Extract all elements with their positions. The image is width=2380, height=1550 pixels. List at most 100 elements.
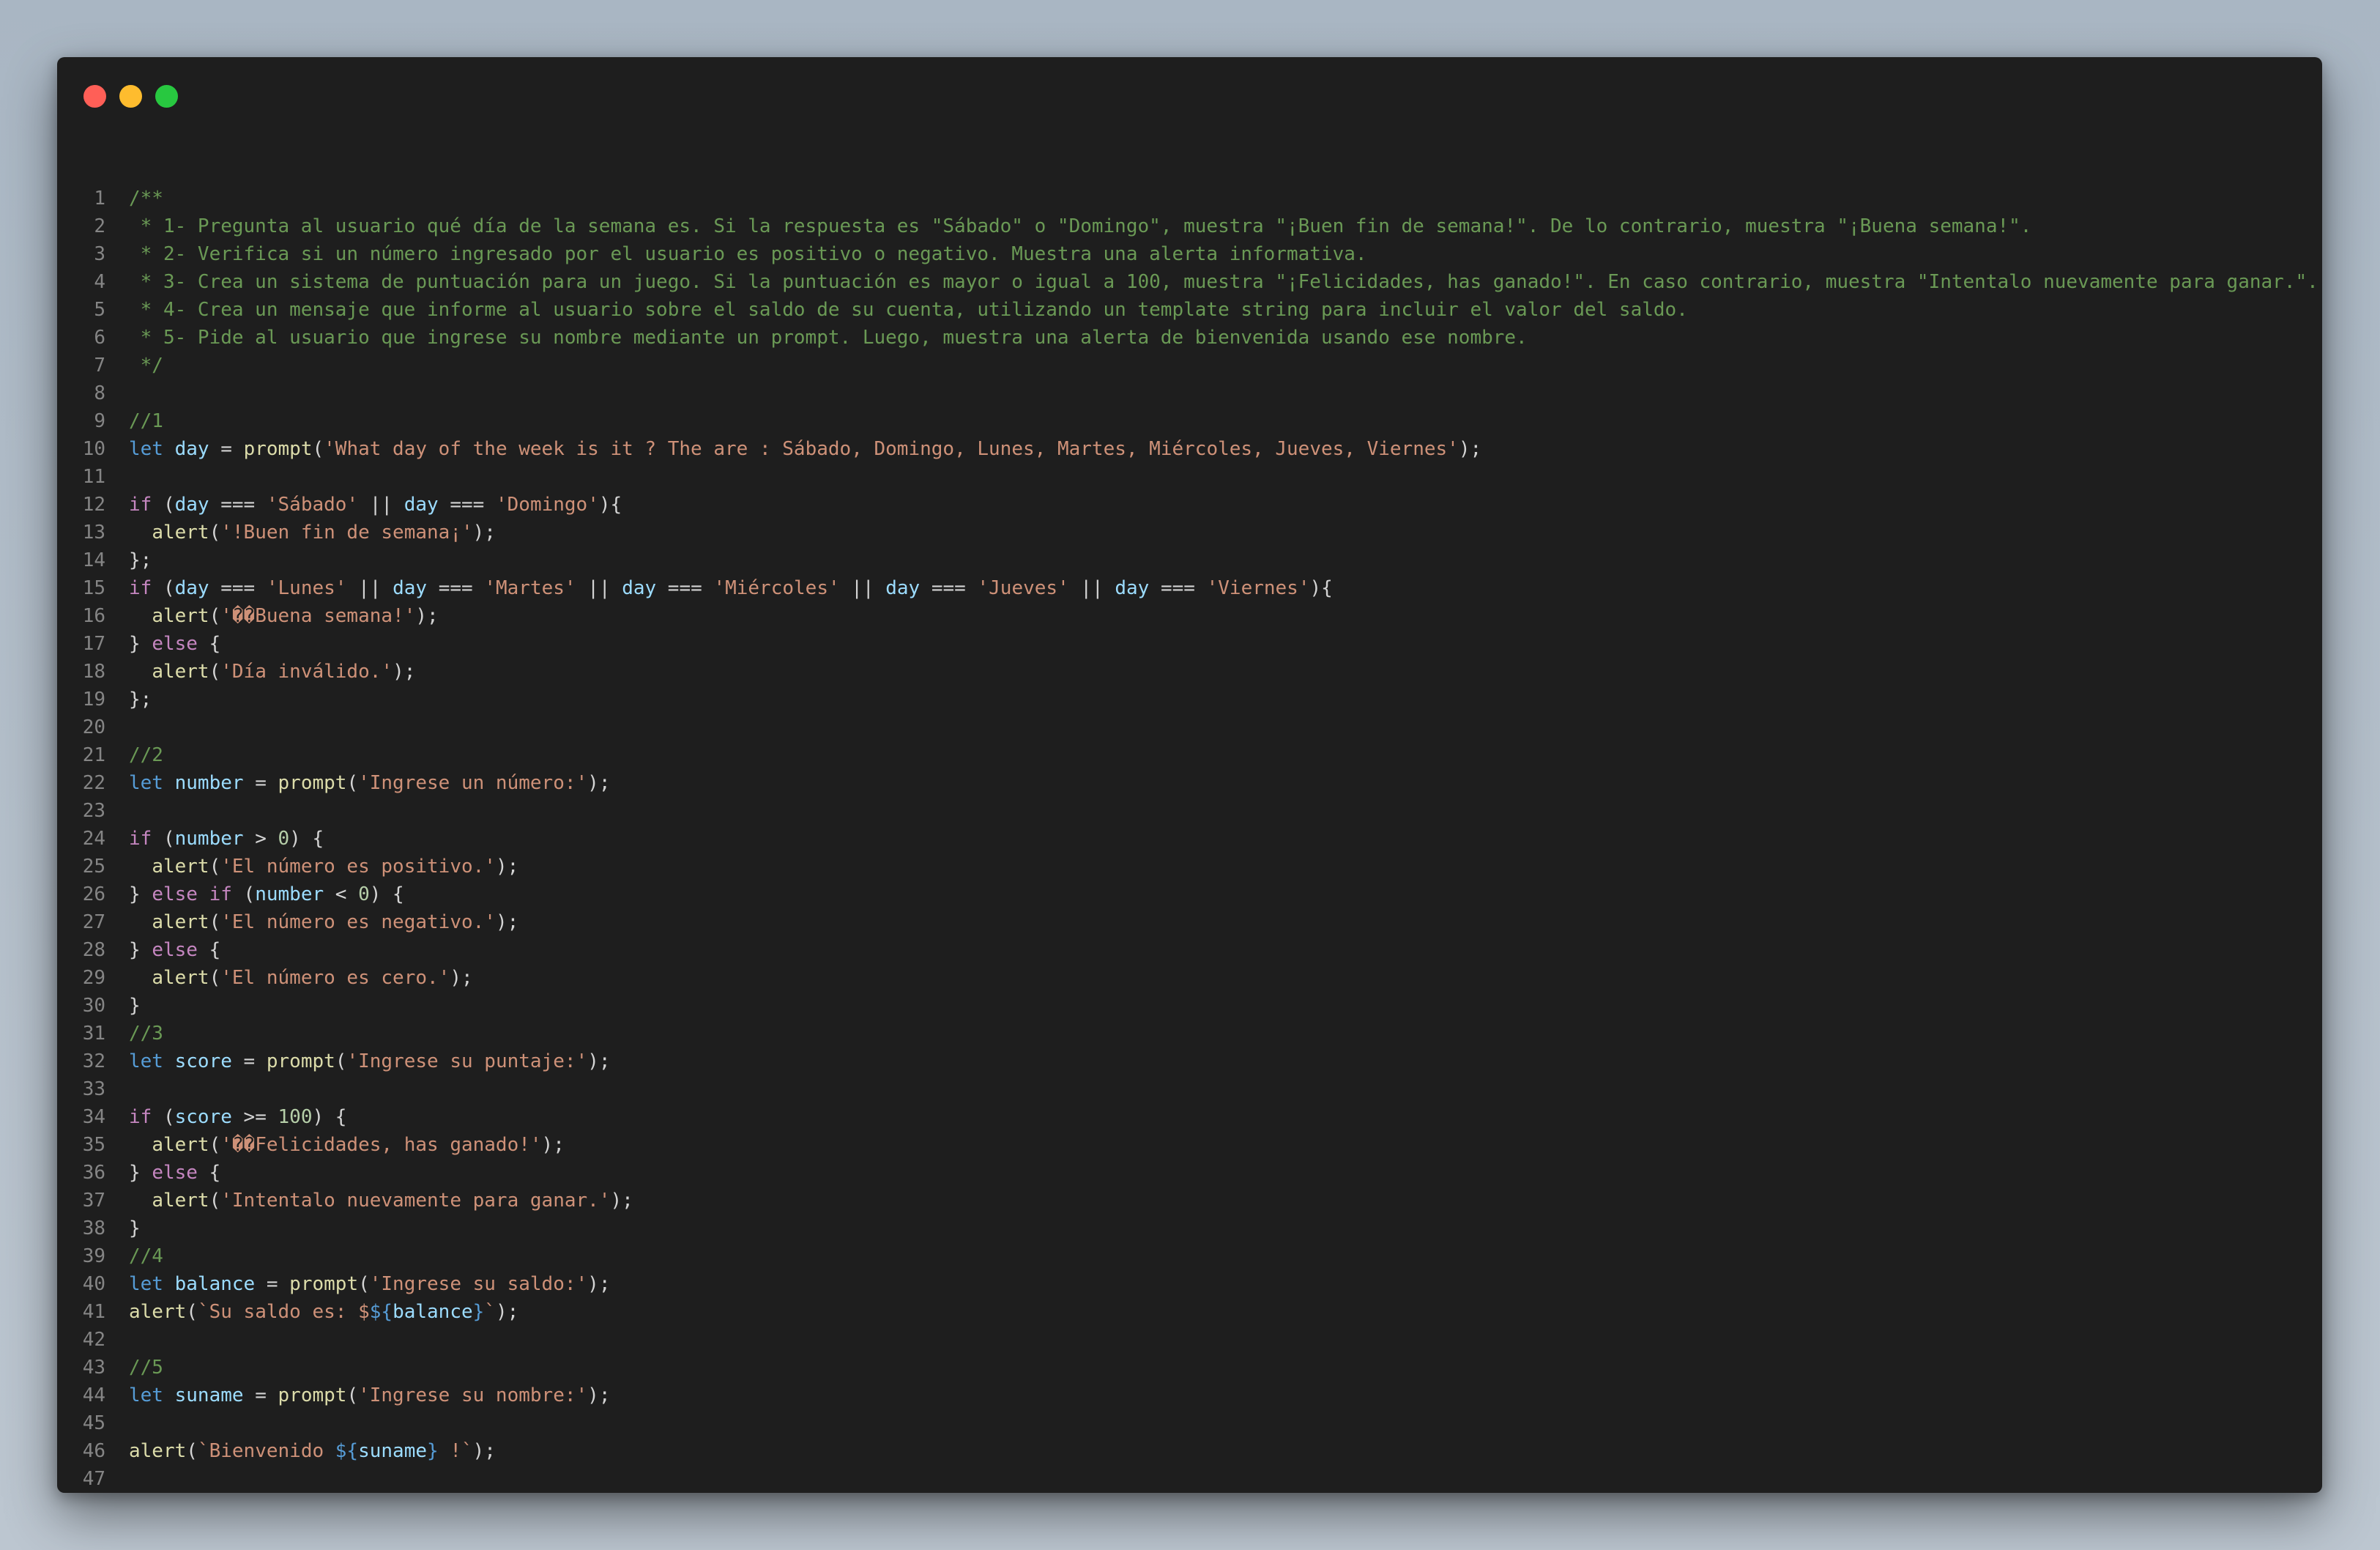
code-token: else bbox=[152, 939, 198, 961]
code-text: * 3- Crea un sistema de puntuación para … bbox=[129, 268, 2322, 296]
code-token: prompt bbox=[278, 772, 347, 794]
code-text: alert(`Bienvenido ${suname} !`); bbox=[129, 1437, 2322, 1465]
code-token: ( bbox=[152, 1106, 175, 1128]
code-token: === bbox=[427, 577, 485, 599]
code-line: 42 bbox=[57, 1326, 2322, 1354]
code-line: 13 alert('!Buen fin de semana¡'); bbox=[57, 519, 2322, 546]
code-token: prompt bbox=[243, 438, 313, 460]
code-line: 19}; bbox=[57, 686, 2322, 713]
code-editor[interactable]: 1 /** 2 * 1- Pregunta al usuario qué día d… bbox=[57, 185, 2322, 1493]
code-line: 36 } else { bbox=[57, 1159, 2322, 1187]
code-text: }; bbox=[129, 686, 2322, 713]
code-token: === bbox=[209, 494, 267, 516]
code-token: else bbox=[152, 633, 198, 655]
code-token: ( bbox=[358, 1273, 370, 1295]
code-token: 'Sábado' bbox=[266, 494, 359, 516]
line-number: 8 bbox=[94, 382, 105, 404]
line-number: 44 bbox=[82, 1384, 105, 1406]
code-token: 'Viernes' bbox=[1206, 577, 1310, 599]
code-line: 16 alert('��Buena semana!'); bbox=[57, 602, 2322, 630]
code-token: alert bbox=[129, 1301, 187, 1323]
code-text: let suname = prompt('Ingrese su nombre:'… bbox=[129, 1382, 2322, 1409]
code-token: = bbox=[209, 438, 244, 460]
code-token: 'Intentalo nuevamente para ganar.' bbox=[220, 1190, 611, 1212]
code-token: 'Martes' bbox=[484, 577, 576, 599]
line-number: 43 bbox=[82, 1357, 105, 1379]
code-text: if (day === 'Sábado' || day === 'Domingo… bbox=[129, 491, 2322, 519]
code-line: 11 bbox=[57, 463, 2322, 491]
line-number: 20 bbox=[82, 716, 105, 738]
code-token: alert bbox=[152, 856, 209, 878]
line-number: 4 bbox=[94, 271, 105, 293]
code-token: === bbox=[1149, 577, 1207, 599]
code-token: || bbox=[576, 577, 622, 599]
code-token: day bbox=[174, 494, 209, 516]
code-line: 29 alert('El número es cero.'); bbox=[57, 964, 2322, 992]
code-token: = bbox=[243, 1384, 278, 1406]
code-token: ){ bbox=[1309, 577, 1333, 599]
line-number: 36 bbox=[82, 1162, 105, 1184]
code-line: 38} bbox=[57, 1215, 2322, 1242]
code-token: ( bbox=[335, 1050, 347, 1072]
line-number: 5 bbox=[94, 299, 105, 321]
line-number: 15 bbox=[82, 577, 105, 599]
code-line: 37 alert('Intentalo nuevamente para gana… bbox=[57, 1187, 2322, 1215]
code-token: } bbox=[129, 1217, 141, 1239]
code-token: let bbox=[129, 1273, 163, 1295]
code-line: 30} bbox=[57, 992, 2322, 1020]
code-token: } bbox=[129, 883, 152, 905]
code-token: ); bbox=[587, 1050, 611, 1072]
code-text: alert('El número es negativo.'); bbox=[129, 908, 2322, 936]
code-token: ( bbox=[312, 438, 324, 460]
code-token: ( bbox=[186, 1301, 198, 1323]
code-token: suname bbox=[174, 1384, 244, 1406]
code-token: ); bbox=[495, 911, 519, 933]
close-button[interactable] bbox=[83, 85, 106, 108]
code-text: let balance = prompt('Ingrese su saldo:'… bbox=[129, 1270, 2322, 1298]
code-token: alert bbox=[129, 1440, 187, 1462]
code-token: if bbox=[129, 577, 152, 599]
code-text: let day = prompt('What day of the week i… bbox=[129, 435, 2322, 463]
code-token: let bbox=[129, 1050, 163, 1072]
line-number: 31 bbox=[82, 1023, 105, 1045]
line-number: 27 bbox=[82, 911, 105, 933]
line-number: 16 bbox=[82, 605, 105, 627]
code-token: ); bbox=[495, 856, 519, 878]
zoom-button[interactable] bbox=[155, 85, 178, 108]
code-token: { bbox=[197, 939, 221, 961]
code-token: }; bbox=[129, 549, 152, 571]
code-token: { bbox=[197, 633, 221, 655]
code-token: = bbox=[231, 1050, 267, 1072]
code-line: 28} else { bbox=[57, 936, 2322, 964]
code-token: * 1- Pregunta al usuario qué día de la s… bbox=[129, 215, 2032, 237]
code-text: } else { bbox=[129, 630, 2322, 658]
code-token: ( bbox=[209, 967, 221, 989]
line-number: 41 bbox=[82, 1301, 105, 1323]
line-number: 46 bbox=[82, 1440, 105, 1462]
line-number: 30 bbox=[82, 995, 105, 1017]
code-token: { bbox=[197, 1162, 221, 1184]
minimize-button[interactable] bbox=[119, 85, 142, 108]
code-text: * 4- Crea un mensaje que informe al usua… bbox=[129, 296, 2322, 324]
code-text: if (number > 0) { bbox=[129, 825, 2322, 853]
code-token: day bbox=[885, 577, 921, 599]
code-token: prompt bbox=[278, 1384, 347, 1406]
code-token: } bbox=[129, 995, 141, 1017]
line-number: 6 bbox=[94, 327, 105, 349]
code-token: 0 bbox=[278, 828, 290, 850]
code-line: 44 let suname = prompt('Ingrese su nombre… bbox=[57, 1382, 2322, 1409]
code-line: 27 alert('El número es negativo.'); bbox=[57, 908, 2322, 936]
code-line: 14}; bbox=[57, 546, 2322, 574]
code-text: } else { bbox=[129, 1159, 2322, 1187]
code-token: ){ bbox=[598, 494, 622, 516]
code-token: ); bbox=[393, 661, 416, 683]
code-token: ) { bbox=[369, 883, 404, 905]
code-line: 33 bbox=[57, 1075, 2322, 1103]
